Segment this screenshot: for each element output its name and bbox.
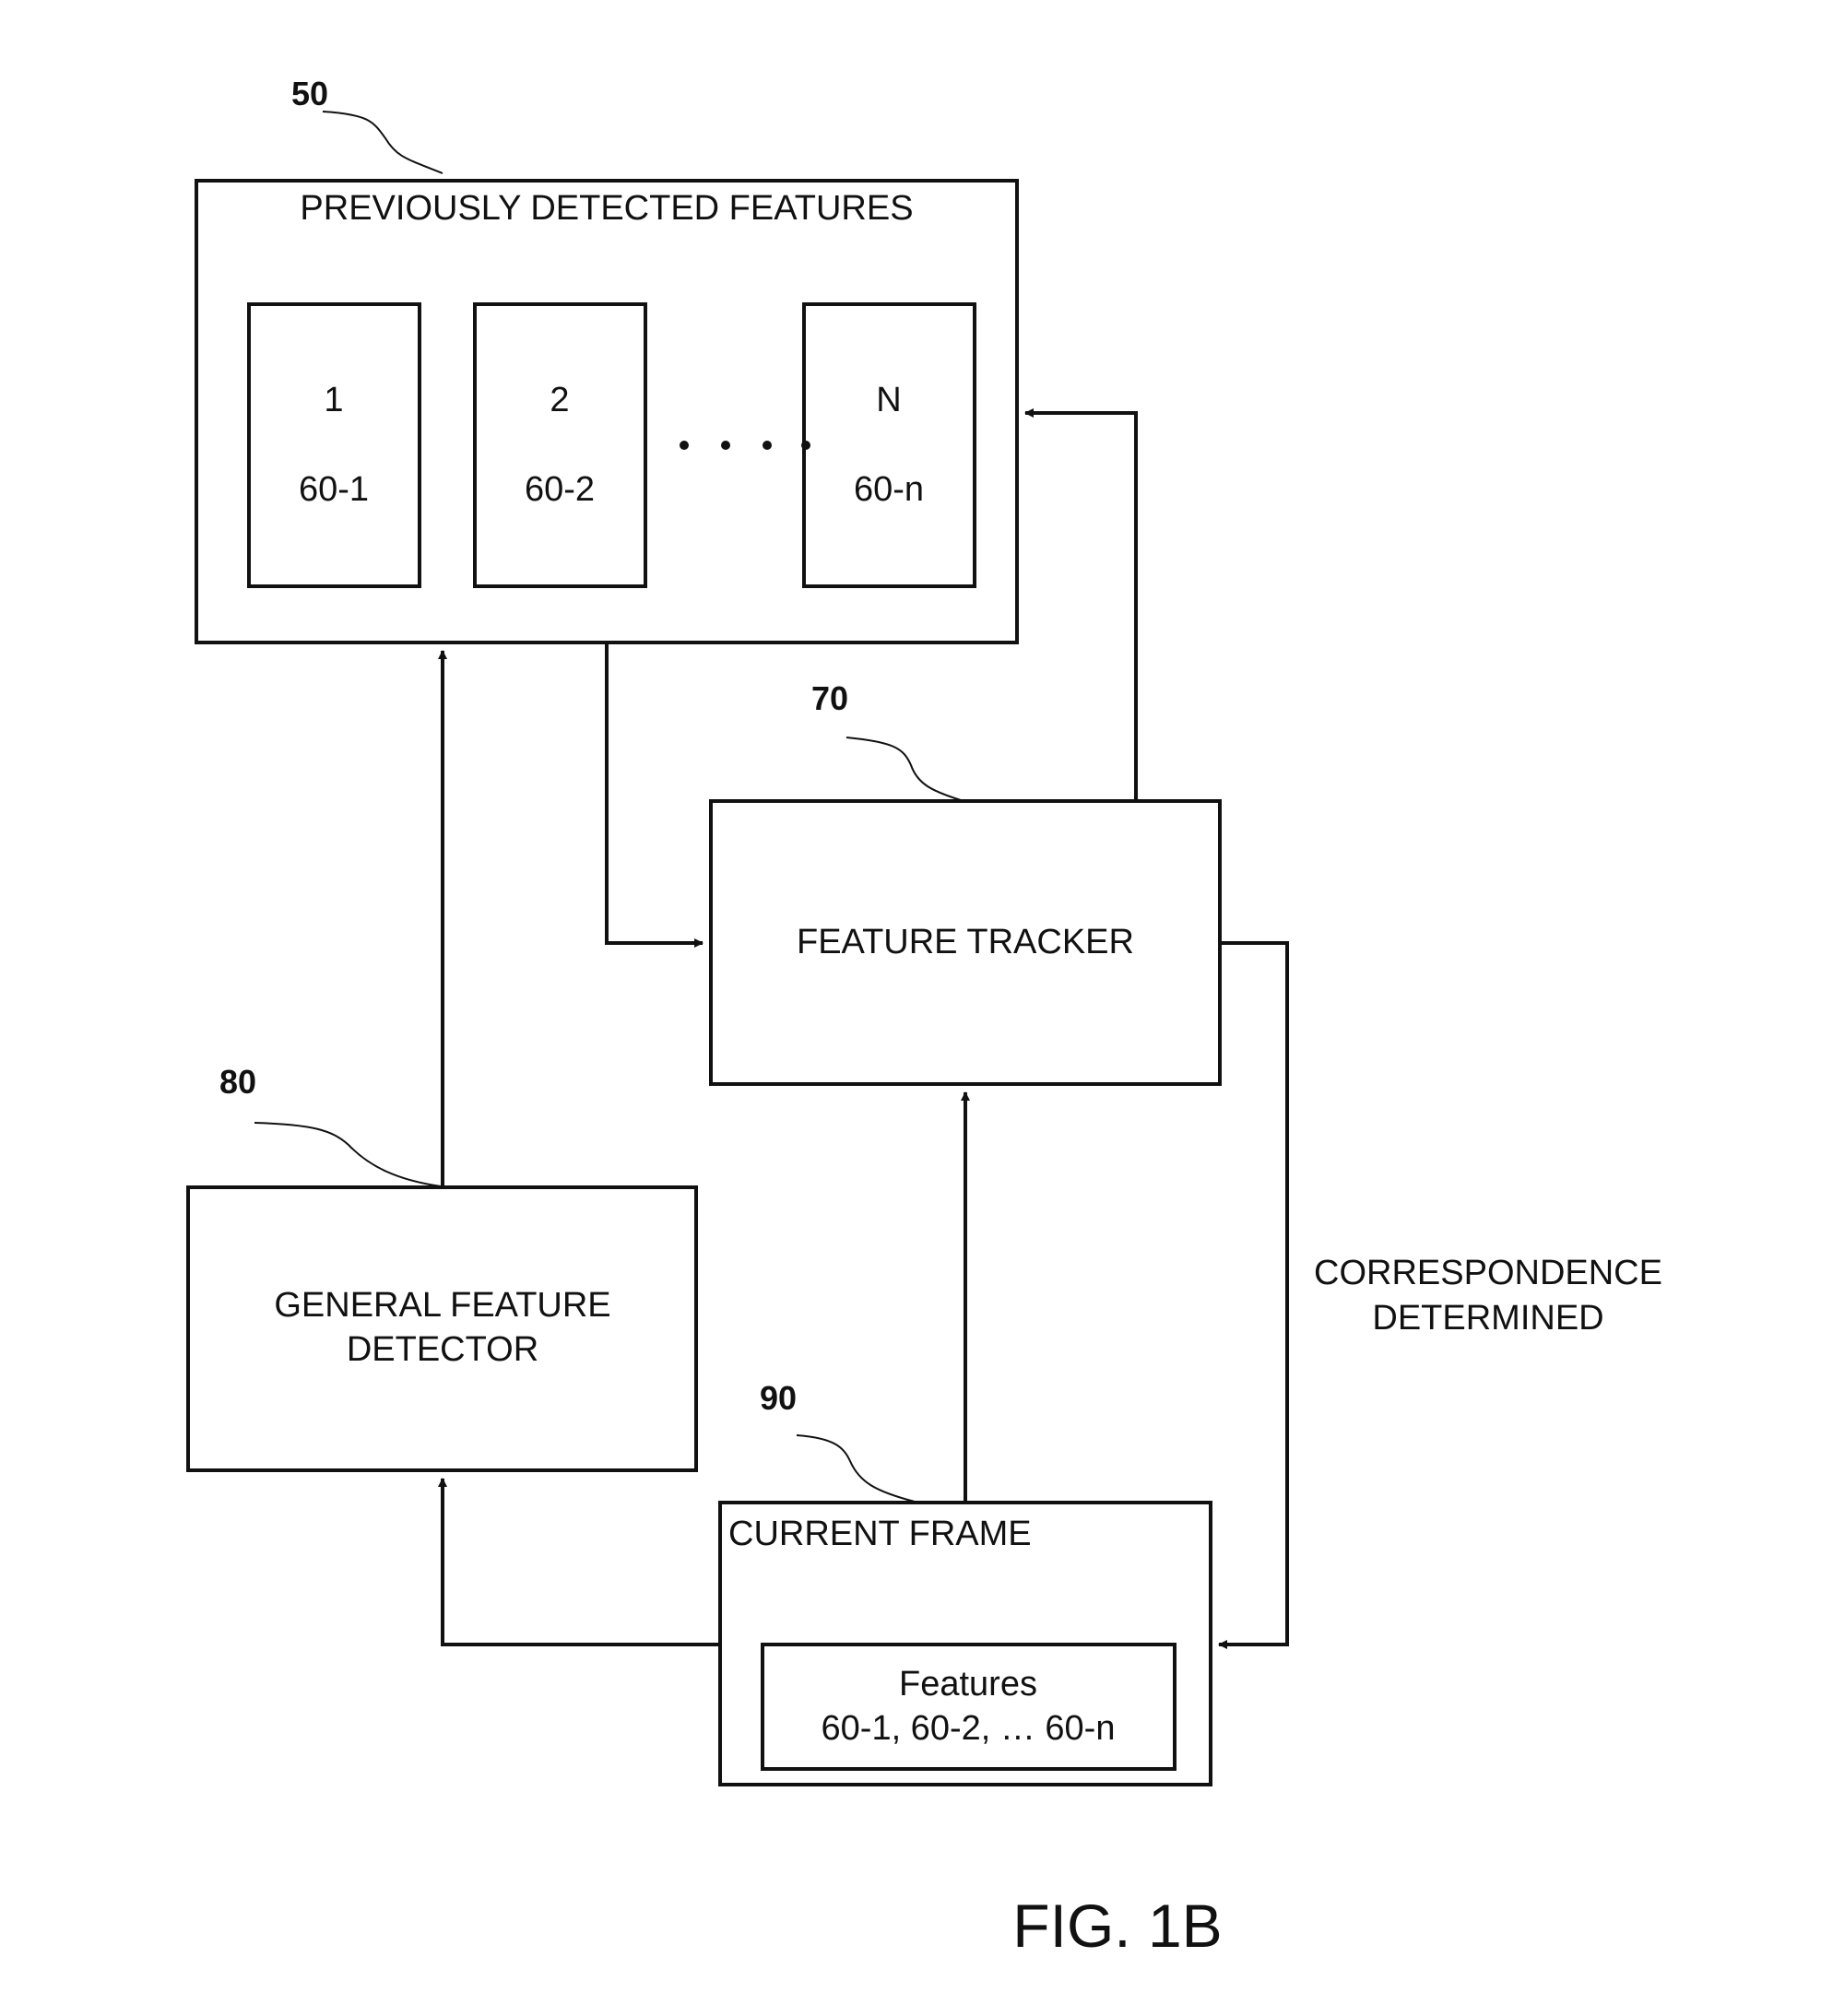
figure-label: FIG. 1B	[1012, 1892, 1222, 1960]
general-feature-detector-title-line1: GENERAL FEATURE	[274, 1286, 610, 1325]
feature-slot-n-box	[802, 302, 976, 588]
previously-detected-features-title: PREVIOUSLY DETECTED FEATURES	[300, 189, 913, 228]
ellipsis-dot	[680, 441, 689, 450]
current-frame-features-list: 60-1, 60-2, … 60-n	[822, 1709, 1116, 1748]
current-frame-features-title: Features	[899, 1665, 1037, 1704]
feature-slot-2: 2 60-2	[473, 302, 647, 588]
ellipsis-dot	[721, 441, 730, 450]
feature-slot-2-index: 2	[550, 381, 569, 419]
feature-slot-2-id: 60-2	[525, 470, 595, 509]
feature-slot-1-index: 1	[324, 381, 343, 419]
patent-diagram: PREVIOUSLY DETECTED FEATURES 1 60-1 2 60…	[186, 75, 1662, 1960]
feature-slot-n: N 60-n	[802, 302, 976, 588]
arrow-previous-to-tracker	[605, 643, 704, 948]
general-feature-detector-box	[186, 1185, 698, 1472]
feature-slot-n-id: 60-n	[854, 470, 924, 509]
feature-slot-1: 1 60-1	[247, 302, 421, 588]
feature-slot-2-box	[473, 302, 647, 588]
ellipsis-dots	[680, 441, 810, 450]
general-feature-detector-title-line2: DETECTOR	[347, 1330, 538, 1369]
feature-slot-1-box	[247, 302, 421, 588]
ref-label-70: 70	[811, 679, 848, 717]
previously-detected-features-block: PREVIOUSLY DETECTED FEATURES 1 60-1 2 60…	[195, 179, 1019, 644]
leader-line-80	[254, 1122, 442, 1187]
current-frame-title: CURRENT FRAME	[728, 1515, 1032, 1553]
feature-slot-n-index: N	[876, 381, 901, 419]
feature-slot-1-id: 60-1	[299, 470, 369, 509]
correspondence-label-line2: DETERMINED	[1372, 1299, 1603, 1338]
correspondence-label-line1: CORRESPONDENCE	[1314, 1254, 1662, 1292]
arrow-current-frame-to-detector	[438, 1478, 720, 1646]
leader-line-70	[845, 737, 962, 801]
ref-label-80: 80	[219, 1063, 256, 1101]
feature-tracker-title: FEATURE TRACKER	[797, 923, 1134, 961]
arrow-correspondence-to-current-frame	[1218, 941, 1289, 1649]
leader-line-90	[796, 1434, 916, 1503]
current-frame-features-box	[761, 1643, 1177, 1771]
ref-label-90: 90	[760, 1379, 797, 1417]
leader-line-50	[322, 111, 443, 174]
ref-label-50: 50	[291, 75, 328, 112]
ellipsis-dot	[763, 441, 772, 450]
arrow-tracker-to-previous	[1024, 408, 1138, 801]
